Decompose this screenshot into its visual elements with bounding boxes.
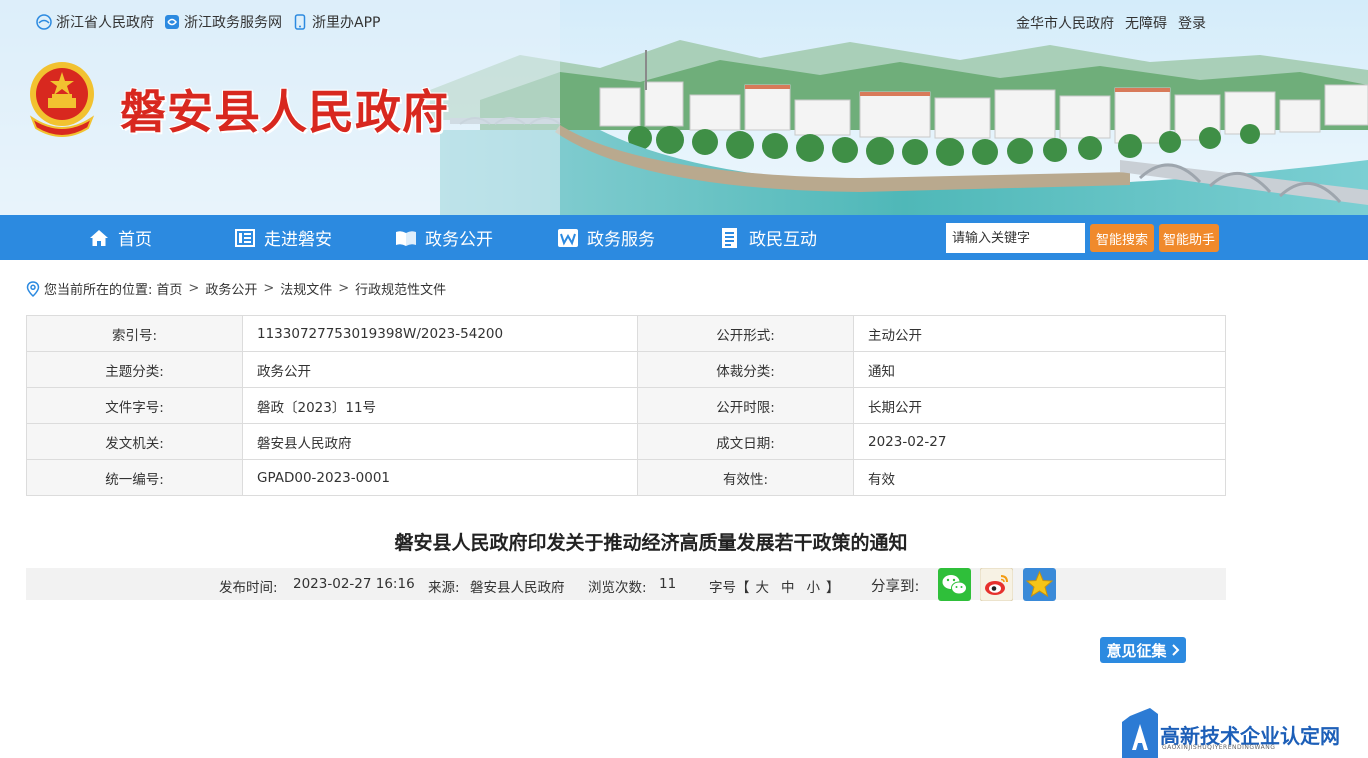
document-info-table: 索引号: 11330727753019398W/2023-54200 公开形式:… bbox=[26, 315, 1226, 496]
nav-item-label: 首页 bbox=[118, 230, 152, 250]
top-links: 浙江省人民政府 浙江政务服务网 浙里办APP bbox=[36, 12, 380, 32]
smart-search-button[interactable]: 智能搜索 bbox=[1090, 224, 1154, 252]
validity-value: 有效 bbox=[853, 459, 1226, 496]
breadcrumb-prefix: 您当前所在的位置: bbox=[44, 283, 153, 298]
nav-item-label: 政务公开 bbox=[425, 230, 493, 250]
nav-item-label: 政民互动 bbox=[749, 230, 817, 250]
breadcrumb-home[interactable]: 首页 bbox=[156, 279, 182, 298]
document-icon bbox=[722, 227, 737, 248]
topic-label: 主题分类: bbox=[26, 351, 243, 388]
publish-form-label: 公开形式: bbox=[637, 315, 854, 352]
topic-value: 政务公开 bbox=[242, 351, 638, 388]
nav-item-label: 走进磐安 bbox=[264, 230, 332, 250]
share-label: 分享到: bbox=[871, 579, 920, 595]
smart-assistant-button[interactable]: 智能助手 bbox=[1159, 224, 1219, 252]
doc-number-value: 磐政〔2023〕11号 bbox=[242, 387, 638, 424]
breadcrumb-regulations[interactable]: 法规文件 bbox=[280, 279, 332, 298]
breadcrumb-separator: > bbox=[188, 281, 200, 296]
national-emblem-logo bbox=[29, 62, 95, 137]
issuer-label: 发文机关: bbox=[26, 423, 243, 460]
table-row: 文件字号: 磐政〔2023〕11号 公开时限: 长期公开 bbox=[26, 387, 1226, 424]
issuer-value: 磐安县人民政府 bbox=[242, 423, 638, 460]
search-input[interactable] bbox=[946, 223, 1085, 253]
nav-item-interaction[interactable]: 政民互动 bbox=[719, 215, 817, 260]
publish-term-label: 公开时限: bbox=[637, 387, 854, 424]
header-banner: 浙江省人民政府 浙江政务服务网 浙里办APP 金华市人民政府 无障碍 登录 磐安… bbox=[0, 0, 1368, 215]
watermark-logo bbox=[1122, 708, 1158, 758]
written-date-value: 2023-02-27 bbox=[853, 423, 1226, 460]
index-number-label: 索引号: bbox=[26, 315, 243, 352]
unified-number-label: 统一编号: bbox=[26, 459, 243, 496]
source-value: 磐安县人民政府 bbox=[470, 580, 565, 596]
service-net-icon bbox=[165, 15, 179, 29]
book-icon bbox=[396, 230, 416, 246]
main-nav: 首页 走进磐安 政务公开 政务服务 政民互动 请输入关键字 智能搜索 智能助手 bbox=[0, 215, 1368, 260]
chevron-right-icon bbox=[1171, 644, 1179, 656]
article-meta-bar: 发布时间: 2023-02-27 16:16 来源: 磐安县人民政府 浏览次数:… bbox=[26, 568, 1226, 601]
home-icon bbox=[90, 229, 108, 246]
top-link-label: 浙江政务服务网 bbox=[184, 15, 282, 31]
font-size-medium[interactable]: 中 bbox=[781, 580, 795, 596]
list-icon bbox=[235, 228, 255, 247]
feedback-button[interactable]: 意见征集 bbox=[1100, 637, 1186, 663]
table-row: 主题分类: 政务公开 体裁分类: 通知 bbox=[26, 351, 1226, 388]
publish-time-label: 发布时间: bbox=[219, 580, 278, 596]
nav-item-about[interactable]: 走进磐安 bbox=[234, 215, 332, 260]
doc-number-label: 文件字号: bbox=[26, 387, 243, 424]
favorite-star-icon[interactable] bbox=[1023, 568, 1056, 601]
genre-value: 通知 bbox=[853, 351, 1226, 388]
zhejiang-gov-icon bbox=[36, 14, 52, 30]
feedback-label: 意见征集 bbox=[1106, 641, 1167, 660]
login-link[interactable]: 登录 bbox=[1178, 13, 1206, 33]
index-number-value: 11330727753019398W/2023-54200 bbox=[242, 315, 638, 352]
page: 浙江省人民政府 浙江政务服务网 浙里办APP 金华市人民政府 无障碍 登录 磐安… bbox=[0, 0, 1368, 758]
font-size-control: 字号【大中小】 bbox=[709, 576, 840, 596]
breadcrumb: 您当前所在的位置: 首页 > 政务公开 > 法规文件 > 行政规范性文件 bbox=[26, 279, 446, 298]
unified-number-value: GPAD00-2023-0001 bbox=[242, 459, 638, 496]
views-value: 11 bbox=[659, 576, 677, 592]
top-link-zhejiang-gov[interactable]: 浙江省人民政府 bbox=[36, 12, 154, 32]
font-size-label: 字号【 bbox=[709, 580, 750, 596]
breadcrumb-separator: > bbox=[338, 281, 350, 296]
top-link-app[interactable]: 浙里办APP bbox=[292, 12, 380, 32]
top-right-links: 金华市人民政府 无障碍 登录 bbox=[1016, 13, 1206, 33]
city-gov-link[interactable]: 金华市人民政府 bbox=[1016, 13, 1114, 33]
nav-item-label: 政务服务 bbox=[587, 230, 655, 250]
table-row: 发文机关: 磐安县人民政府 成文日期: 2023-02-27 bbox=[26, 423, 1226, 460]
top-link-service-net[interactable]: 浙江政务服务网 bbox=[164, 12, 282, 32]
validity-label: 有效性: bbox=[637, 459, 854, 496]
genre-label: 体裁分类: bbox=[637, 351, 854, 388]
breadcrumb-normative-docs[interactable]: 行政规范性文件 bbox=[355, 279, 446, 298]
site-title: 磐安县人民政府 bbox=[120, 85, 449, 139]
publish-form-value: 主动公开 bbox=[853, 315, 1226, 352]
mobile-app-icon bbox=[294, 14, 306, 30]
nav-item-home[interactable]: 首页 bbox=[88, 215, 152, 260]
publish-time-value: 2023-02-27 16:16 bbox=[293, 576, 415, 592]
nav-item-gov-affairs[interactable]: 政务公开 bbox=[395, 215, 493, 260]
watermark-subtext: GAOXINJISHUQIYERENDINGWANG bbox=[1162, 744, 1276, 751]
w-icon bbox=[558, 228, 578, 247]
accessibility-link[interactable]: 无障碍 bbox=[1125, 13, 1167, 33]
weibo-icon[interactable] bbox=[980, 568, 1013, 601]
article-title: 磐安县人民政府印发关于推动经济高质量发展若干政策的通知 bbox=[394, 532, 908, 554]
wechat-icon[interactable] bbox=[938, 568, 971, 601]
source-label: 来源: bbox=[428, 580, 460, 596]
location-pin-icon bbox=[26, 280, 40, 297]
nav-item-services[interactable]: 政务服务 bbox=[557, 215, 655, 260]
font-size-large[interactable]: 大 bbox=[756, 580, 770, 596]
views-label: 浏览次数: bbox=[588, 580, 647, 596]
font-size-small[interactable]: 小 bbox=[807, 580, 821, 596]
publish-term-value: 长期公开 bbox=[853, 387, 1226, 424]
font-size-end: 】 bbox=[826, 580, 840, 596]
breadcrumb-gov-affairs[interactable]: 政务公开 bbox=[205, 279, 257, 298]
table-row: 统一编号: GPAD00-2023-0001 有效性: 有效 bbox=[26, 459, 1226, 496]
breadcrumb-separator: > bbox=[263, 281, 275, 296]
top-link-label: 浙里办APP bbox=[312, 15, 381, 31]
table-row: 索引号: 11330727753019398W/2023-54200 公开形式:… bbox=[26, 315, 1226, 352]
written-date-label: 成文日期: bbox=[637, 423, 854, 460]
top-link-label: 浙江省人民政府 bbox=[56, 15, 154, 31]
